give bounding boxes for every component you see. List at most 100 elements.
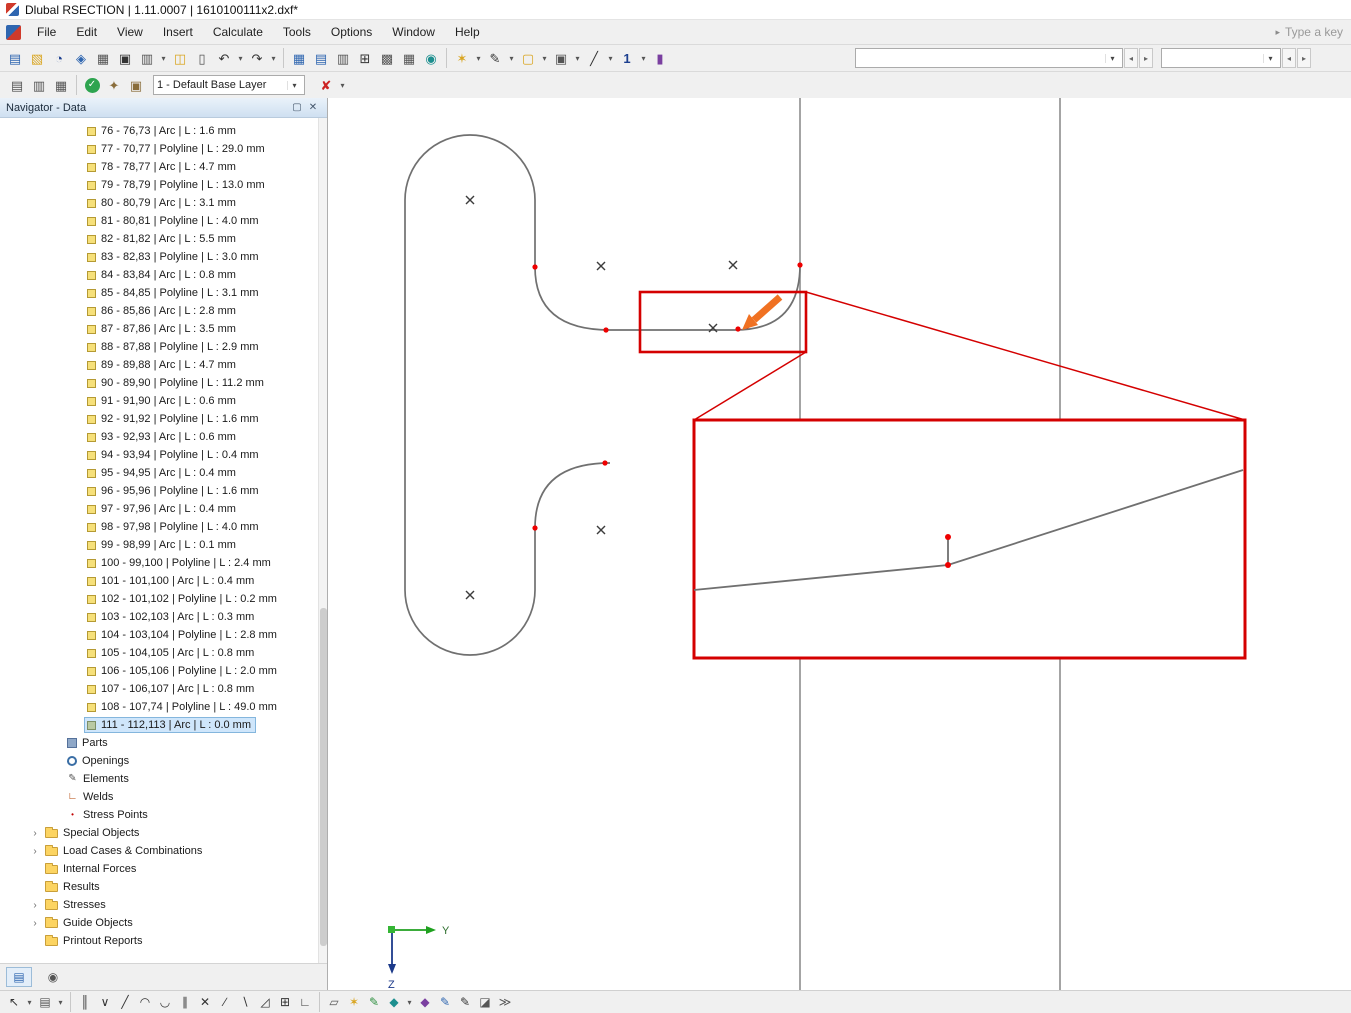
node-point[interactable]: [735, 326, 740, 331]
lock-button[interactable]: ▣: [125, 74, 147, 96]
view-next-button[interactable]: ▸: [1139, 48, 1153, 68]
select-filter-dropdown-button[interactable]: ▾: [404, 991, 415, 1013]
snap-endpoint-button[interactable]: ∖: [235, 992, 255, 1012]
expand-chevron-icon[interactable]: ›: [28, 900, 42, 911]
tree-line-item[interactable]: 83 - 82,83 | Polyline | L : 3.0 mm: [0, 248, 327, 266]
draw-button[interactable]: ╱: [583, 47, 605, 69]
tree-category-stress-points[interactable]: •Stress Points: [0, 806, 327, 824]
draw-dropdown-button[interactable]: ▾: [605, 47, 616, 69]
tree-folder-load-cases[interactable]: ›Load Cases & Combinations: [0, 842, 327, 860]
tree-folder-results[interactable]: ›Results: [0, 878, 327, 896]
object-properties-button[interactable]: ◆: [415, 992, 435, 1012]
tables-button[interactable]: ▦: [288, 47, 310, 69]
print-tables-button[interactable]: ▦: [398, 47, 420, 69]
sheet-tool-button[interactable]: ▤: [35, 992, 55, 1012]
navigator-dock-icon[interactable]: ▢: [289, 100, 305, 115]
tree-line-item[interactable]: 86 - 85,86 | Arc | L : 2.8 mm: [0, 302, 327, 320]
menu-app-icon[interactable]: [6, 25, 21, 40]
tree-category-openings[interactable]: Openings: [0, 752, 327, 770]
tree-folder-special-objects[interactable]: ›Special Objects: [0, 824, 327, 842]
menu-file[interactable]: File: [27, 22, 66, 42]
sheet-tool-dropdown-button[interactable]: ▾: [55, 991, 66, 1013]
tree-line-item[interactable]: 80 - 80,79 | Arc | L : 3.1 mm: [0, 194, 327, 212]
tree-folder-internal-forces[interactable]: ›Internal Forces: [0, 860, 327, 878]
select-tool-button[interactable]: ↖: [4, 992, 24, 1012]
menu-insert[interactable]: Insert: [153, 22, 203, 42]
dlubal-center-button[interactable]: ◔: [48, 47, 70, 69]
menu-window[interactable]: Window: [382, 22, 445, 42]
visibility-off-button[interactable]: ✘: [315, 74, 337, 96]
snap-intersection-button[interactable]: ✕: [195, 992, 215, 1012]
section-values-button[interactable]: ▩: [376, 47, 398, 69]
draw-polyline-button[interactable]: ✎: [455, 992, 475, 1012]
work-plane-button[interactable]: ▱: [324, 992, 344, 1012]
edit-geometry-button[interactable]: ✎: [364, 992, 384, 1012]
redo-button[interactable]: ↷: [246, 47, 268, 69]
expand-chevron-icon[interactable]: ›: [28, 828, 42, 839]
tree-line-item[interactable]: 84 - 83,84 | Arc | L : 0.8 mm: [0, 266, 327, 284]
tree-line-item[interactable]: 107 - 106,107 | Arc | L : 0.8 mm: [0, 680, 327, 698]
tree-line-item[interactable]: 77 - 70,77 | Polyline | L : 29.0 mm: [0, 140, 327, 158]
snap-angle-button[interactable]: ∨: [95, 992, 115, 1012]
tree-line-item[interactable]: 79 - 78,79 | Polyline | L : 13.0 mm: [0, 176, 327, 194]
menu-edit[interactable]: Edit: [66, 22, 107, 42]
defect-node-point[interactable]: [945, 562, 951, 568]
x-marker[interactable]: [466, 196, 474, 204]
print-dropdown-button[interactable]: ▾: [158, 47, 169, 69]
select-special-button[interactable]: ▢: [517, 47, 539, 69]
x-marker[interactable]: [729, 261, 737, 269]
defect-node-point[interactable]: [945, 534, 951, 540]
tree-line-item[interactable]: 106 - 105,106 | Polyline | L : 2.0 mm: [0, 662, 327, 680]
print-button[interactable]: ▥: [136, 47, 158, 69]
menu-help[interactable]: Help: [445, 22, 490, 42]
tree-line-item[interactable]: 96 - 95,96 | Polyline | L : 1.6 mm: [0, 482, 327, 500]
tree-line-item[interactable]: 108 - 107,74 | Polyline | L : 49.0 mm: [0, 698, 327, 716]
tree-line-item[interactable]: 100 - 99,100 | Polyline | L : 2.4 mm: [0, 554, 327, 572]
expand-chevron-icon[interactable]: ›: [28, 918, 42, 929]
tree-line-item[interactable]: 92 - 91,92 | Polyline | L : 1.6 mm: [0, 410, 327, 428]
menu-options[interactable]: Options: [321, 22, 382, 42]
edit-objects-dropdown-button[interactable]: ▾: [506, 47, 517, 69]
result-tables-button[interactable]: ▤: [310, 47, 332, 69]
edit-objects-button[interactable]: ✎: [484, 47, 506, 69]
node-point[interactable]: [532, 525, 537, 530]
accept-button[interactable]: ✓: [81, 74, 103, 96]
navigator-close-icon[interactable]: ✕: [305, 100, 321, 115]
tree-line-item[interactable]: 88 - 87,88 | Polyline | L : 2.9 mm: [0, 338, 327, 356]
node-point[interactable]: [602, 460, 607, 465]
print-graphic-button[interactable]: ▤: [6, 74, 28, 96]
display-navigator-tab[interactable]: ◉: [40, 967, 66, 987]
search-box[interactable]: ▸ Type a key: [1275, 25, 1347, 39]
numbering-button[interactable]: 1: [616, 47, 638, 69]
network-button[interactable]: ◈: [70, 47, 92, 69]
tree-line-item[interactable]: 104 - 103,104 | Polyline | L : 2.8 mm: [0, 626, 327, 644]
snap-slope-button[interactable]: ╱: [115, 992, 135, 1012]
undo-button[interactable]: ↶: [213, 47, 235, 69]
menu-view[interactable]: View: [107, 22, 153, 42]
tree-category-elements[interactable]: ✎Elements: [0, 770, 327, 788]
view-combo-2[interactable]: ▾: [1161, 48, 1281, 68]
tree-line-item[interactable]: 90 - 89,90 | Polyline | L : 11.2 mm: [0, 374, 327, 392]
tree-folder-stresses[interactable]: ›Stresses: [0, 896, 327, 914]
x-marker[interactable]: [466, 591, 474, 599]
select-filter-button[interactable]: ◆: [384, 992, 404, 1012]
tree-line-item[interactable]: 98 - 97,98 | Polyline | L : 4.0 mm: [0, 518, 327, 536]
print-settings-button[interactable]: ▦: [50, 74, 72, 96]
tree-line-item[interactable]: 89 - 89,88 | Arc | L : 4.7 mm: [0, 356, 327, 374]
navigator-scrollbar-thumb[interactable]: [320, 608, 327, 946]
tree-line-item[interactable]: 81 - 80,81 | Polyline | L : 4.0 mm: [0, 212, 327, 230]
tree-line-item[interactable]: 103 - 102,103 | Arc | L : 0.3 mm: [0, 608, 327, 626]
printout-report-button[interactable]: ▦: [92, 47, 114, 69]
tree-line-item-selected[interactable]: 111 - 112,113 | Arc | L : 0.0 mm: [0, 716, 327, 734]
new-object-button[interactable]: ✶: [344, 992, 364, 1012]
tree-line-item[interactable]: 102 - 101,102 | Polyline | L : 0.2 mm: [0, 590, 327, 608]
tree-line-item[interactable]: 99 - 98,99 | Arc | L : 0.1 mm: [0, 536, 327, 554]
tree-line-item[interactable]: 95 - 94,95 | Arc | L : 0.4 mm: [0, 464, 327, 482]
table-export-button[interactable]: ⊞: [354, 47, 376, 69]
menu-calculate[interactable]: Calculate: [203, 22, 273, 42]
new-objects-button[interactable]: ✶: [451, 47, 473, 69]
tree-line-item[interactable]: 78 - 78,77 | Arc | L : 4.7 mm: [0, 158, 327, 176]
tree-line-item[interactable]: 93 - 92,93 | Arc | L : 0.6 mm: [0, 428, 327, 446]
paste-button[interactable]: ▯: [191, 47, 213, 69]
new-model-button[interactable]: ▤: [4, 47, 26, 69]
